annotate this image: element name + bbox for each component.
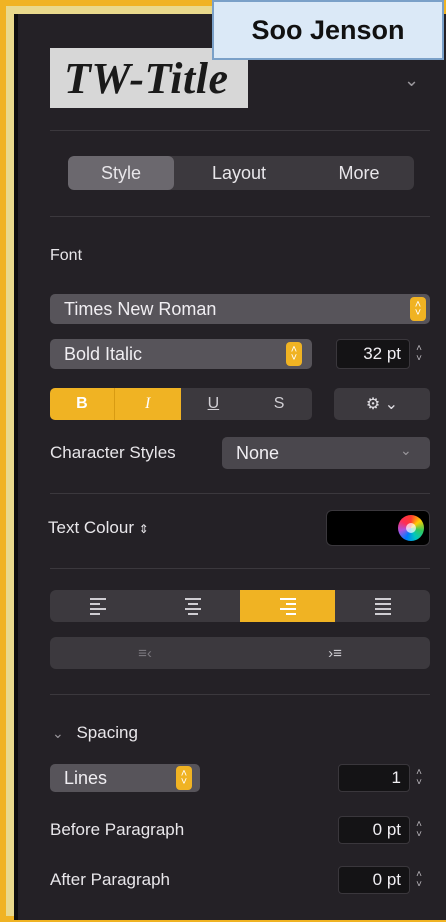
justify-button[interactable] bbox=[335, 590, 430, 622]
line-spacing-stepper-icon[interactable]: ˄ ˅ bbox=[412, 764, 426, 792]
before-paragraph-label: Before Paragraph bbox=[50, 820, 185, 839]
typeface-value: Bold Italic bbox=[64, 343, 143, 364]
align-right-button[interactable] bbox=[240, 590, 335, 622]
text-colour-label[interactable]: Text Colour ⇕ bbox=[48, 518, 149, 538]
after-paragraph-field[interactable]: 0 pt bbox=[338, 866, 410, 894]
strikethrough-button[interactable]: S bbox=[246, 388, 312, 420]
tab-more[interactable]: More bbox=[304, 156, 414, 190]
align-left-button[interactable] bbox=[50, 590, 145, 622]
align-center-button[interactable] bbox=[145, 590, 240, 622]
before-paragraph-field[interactable]: 0 pt bbox=[338, 816, 410, 844]
updown-chevron-icon: ⇕ bbox=[138, 522, 149, 536]
name-overlay: Soo Jenson bbox=[212, 0, 444, 60]
decrease-indent-button[interactable]: ≡‹ bbox=[50, 637, 240, 669]
advanced-options-button[interactable]: ⚙︎ ⌄ bbox=[334, 388, 430, 420]
divider bbox=[50, 216, 430, 217]
gear-icon: ⚙︎ ⌄ bbox=[365, 396, 399, 413]
decrease-indent-icon: ≡‹ bbox=[138, 644, 152, 662]
increase-indent-icon: ›≡ bbox=[328, 644, 342, 662]
paragraph-style-name: TW-Title bbox=[64, 53, 229, 103]
font-size-field[interactable]: 32 pt bbox=[336, 339, 410, 369]
align-left-icon bbox=[89, 597, 106, 615]
chevron-down-icon[interactable]: ⌄ bbox=[404, 70, 419, 91]
character-styles-label: Character Styles bbox=[50, 443, 176, 462]
popup-chevrons-icon: ˄ ˅ bbox=[176, 766, 192, 790]
alignment-buttons bbox=[50, 590, 430, 622]
tab-style[interactable]: Style bbox=[68, 156, 174, 190]
chevron-down-icon: ⌄ bbox=[400, 442, 412, 458]
after-paragraph-label: After Paragraph bbox=[50, 870, 171, 889]
divider bbox=[50, 493, 430, 494]
tab-layout[interactable]: Layout bbox=[174, 156, 304, 190]
font-family-value: Times New Roman bbox=[64, 298, 217, 319]
indent-buttons: ≡‹ ›≡ bbox=[50, 637, 430, 669]
colour-wheel-icon[interactable] bbox=[398, 515, 424, 541]
chevron-down-icon: ⌄ bbox=[52, 725, 64, 741]
increase-indent-button[interactable]: ›≡ bbox=[240, 637, 430, 669]
spacing-section-label: Spacing bbox=[76, 723, 138, 742]
spacing-disclosure[interactable]: ⌄ Spacing bbox=[52, 723, 138, 743]
text-format-buttons: B I U S bbox=[50, 388, 312, 420]
typeface-select[interactable]: Bold Italic bbox=[50, 339, 312, 369]
divider bbox=[50, 568, 430, 569]
popup-chevrons-icon: ˄ ˅ bbox=[410, 297, 426, 321]
after-paragraph-stepper-icon[interactable]: ˄ ˅ bbox=[412, 866, 426, 894]
align-right-icon bbox=[279, 597, 296, 615]
justify-icon bbox=[374, 597, 391, 615]
bold-button[interactable]: B bbox=[50, 388, 114, 420]
line-spacing-field[interactable]: 1 bbox=[338, 764, 410, 792]
divider bbox=[50, 130, 430, 131]
character-styles-select[interactable]: None bbox=[222, 437, 430, 469]
before-paragraph-stepper-icon[interactable]: ˄ ˅ bbox=[412, 816, 426, 844]
divider bbox=[50, 694, 430, 695]
italic-button[interactable]: I bbox=[113, 388, 181, 420]
underline-button[interactable]: U bbox=[181, 388, 247, 420]
align-center-icon bbox=[184, 597, 201, 615]
line-spacing-mode-value: Lines bbox=[64, 767, 108, 788]
popup-chevrons-icon: ˄ ˅ bbox=[286, 342, 302, 366]
inspector-tabs: Style Layout More bbox=[68, 156, 414, 190]
text-colour-text: Text Colour bbox=[48, 518, 134, 537]
font-size-stepper-icon[interactable]: ˄ ˅ bbox=[412, 340, 426, 368]
character-styles-value: None bbox=[236, 442, 280, 463]
font-family-select[interactable]: Times New Roman bbox=[50, 294, 430, 324]
font-section-label: Font bbox=[50, 247, 83, 264]
